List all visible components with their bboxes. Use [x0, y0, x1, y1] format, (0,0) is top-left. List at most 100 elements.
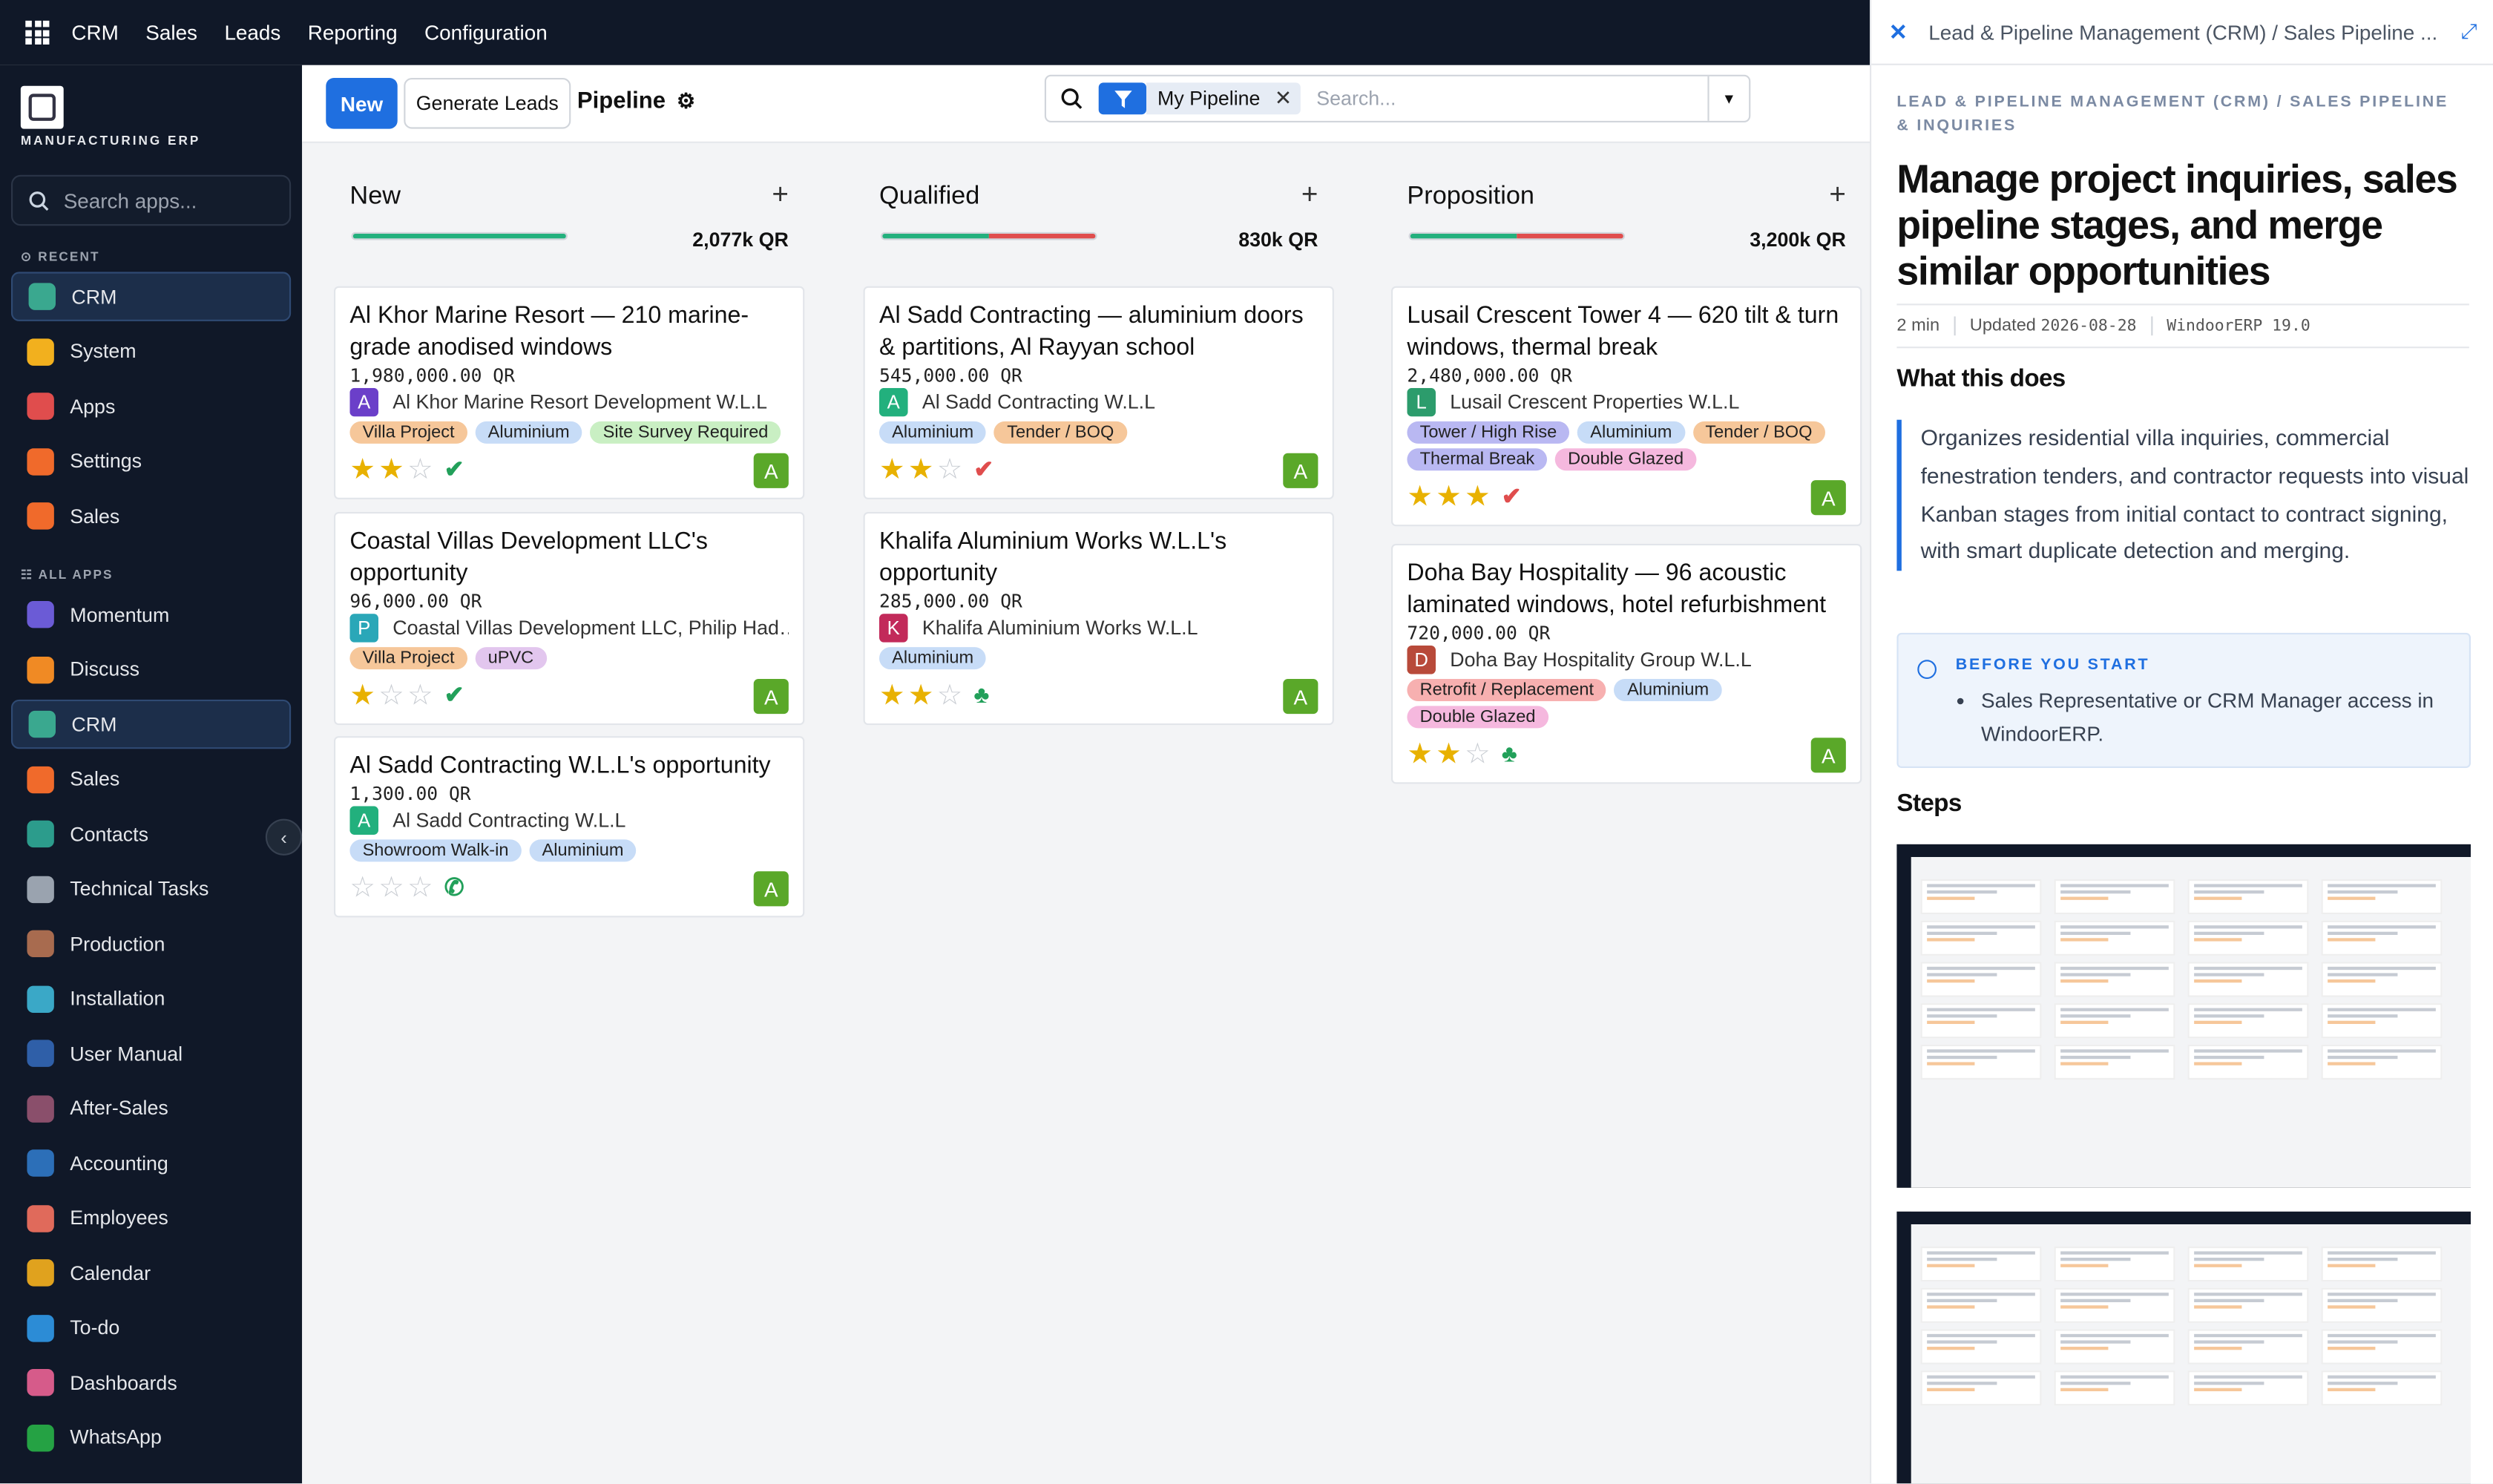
sidebar-item-crm[interactable]: CRM: [11, 272, 292, 321]
star-icon[interactable]: ★: [378, 455, 404, 484]
user-avatar[interactable]: A: [1283, 453, 1318, 488]
user-avatar[interactable]: A: [1810, 480, 1846, 516]
sidebar-item-production[interactable]: Production: [11, 919, 291, 968]
mini-card: [2321, 1003, 2443, 1039]
sidebar-item-accounting[interactable]: Accounting: [11, 1138, 291, 1187]
star-icon[interactable]: ★: [1465, 482, 1491, 510]
search-options-dropdown[interactable]: ▼: [1707, 76, 1749, 121]
opportunity-card[interactable]: Doha Bay Hospitality — 96 acoustic lamin…: [1391, 543, 1862, 784]
sidebar-item-whatsapp[interactable]: WhatsApp: [11, 1413, 291, 1462]
sidebar-item-momentum[interactable]: Momentum: [11, 590, 291, 639]
star-icon[interactable]: ☆: [378, 873, 404, 902]
app-search-input[interactable]: Search apps...: [11, 174, 292, 226]
user-avatar[interactable]: A: [1810, 738, 1846, 773]
star-icon[interactable]: ★: [1436, 739, 1462, 768]
new-button[interactable]: New: [326, 78, 398, 129]
star-icon[interactable]: ☆: [407, 873, 433, 902]
activity-icon[interactable]: ✔: [444, 455, 464, 483]
menu-sales[interactable]: Sales: [145, 21, 197, 45]
sidebar-item-label: Sales: [70, 505, 120, 528]
activity-icon[interactable]: ♣: [1502, 740, 1517, 766]
activity-icon[interactable]: ✔: [973, 455, 993, 483]
article-title: Manage project inquiries, sales pipeline…: [1896, 157, 2457, 295]
star-icon[interactable]: ★: [879, 455, 905, 484]
close-icon[interactable]: ✕: [1889, 19, 1908, 46]
sidebar-item-discuss[interactable]: Discuss: [11, 645, 291, 694]
activity-icon[interactable]: ✆: [444, 873, 464, 902]
company-logo[interactable]: MANUFACTURING ERP: [20, 85, 200, 148]
menu-reporting[interactable]: Reporting: [308, 21, 398, 45]
star-icon[interactable]: ☆: [349, 873, 375, 902]
opportunity-card[interactable]: Al Sadd Contracting W.L.L's opportunity …: [334, 736, 805, 918]
opportunity-card[interactable]: Al Khor Marine Resort — 210 marine-grade…: [334, 286, 805, 499]
sidebar-item-installation[interactable]: Installation: [11, 974, 291, 1023]
sidebar-item-crm[interactable]: CRM: [11, 699, 292, 749]
app-grid-icon[interactable]: [25, 20, 50, 45]
step-screenshot-2[interactable]: [1896, 1211, 2471, 1484]
star-icon[interactable]: ★: [879, 680, 905, 709]
gear-icon[interactable]: ⚙: [677, 89, 695, 114]
sidebar-item-label: Momentum: [70, 603, 170, 626]
search-icon: [29, 191, 49, 210]
star-icon[interactable]: ★: [349, 680, 375, 709]
activity-icon[interactable]: ✔: [444, 680, 464, 709]
user-avatar[interactable]: A: [753, 679, 789, 715]
sidebar-item-sales[interactable]: Sales: [11, 755, 291, 804]
search-icon: [1061, 88, 1083, 109]
activity-icon[interactable]: ✔: [1502, 482, 1522, 510]
star-icon[interactable]: ☆: [937, 455, 963, 484]
search-bar[interactable]: My Pipeline ✕ Search... ▼: [1044, 74, 1751, 122]
plus-icon[interactable]: +: [1301, 178, 1318, 211]
sidebar-item-apps[interactable]: Apps: [11, 381, 291, 430]
star-icon[interactable]: ☆: [407, 455, 433, 484]
star-icon[interactable]: ★: [1407, 482, 1433, 510]
close-icon[interactable]: ✕: [1275, 86, 1292, 111]
sidebar-item-system[interactable]: System: [11, 326, 291, 375]
company-name: Al Sadd Contracting W.L.L: [922, 391, 1156, 414]
star-icon[interactable]: ★: [349, 455, 375, 484]
star-icon[interactable]: ☆: [407, 680, 433, 709]
panel-breadcrumb[interactable]: Lead & Pipeline Management (CRM) / Sales…: [1928, 21, 2437, 45]
sidebar-item-contacts[interactable]: Contacts: [11, 810, 291, 858]
opportunity-card[interactable]: Khalifa Aluminium Works W.L.L's opportun…: [863, 512, 1334, 726]
sidebar-item-calendar[interactable]: Calendar: [11, 1248, 291, 1297]
step-screenshot-1[interactable]: [1896, 844, 2471, 1188]
sidebar-collapse-button[interactable]: ‹: [265, 818, 303, 856]
menu-configuration[interactable]: Configuration: [424, 21, 548, 45]
activity-icon[interactable]: ♣: [973, 681, 989, 708]
star-icon[interactable]: ★: [1436, 482, 1462, 510]
star-icon[interactable]: ☆: [937, 680, 963, 709]
generate-leads-button[interactable]: Generate Leads: [404, 78, 571, 129]
sidebar-item-dashboards[interactable]: Dashboards: [11, 1358, 291, 1407]
sidebar-item-user-manual[interactable]: User Manual: [11, 1028, 291, 1077]
star-icon[interactable]: ★: [1407, 739, 1433, 768]
menu-crm[interactable]: CRM: [71, 21, 118, 45]
opportunity-card[interactable]: Al Sadd Contracting — aluminium doors & …: [863, 286, 1334, 499]
sidebar-item-employees[interactable]: Employees: [11, 1193, 291, 1242]
company-name: Al Khor Marine Resort Development W.L.L: [392, 391, 767, 414]
sidebar-item-to-do[interactable]: To-do: [11, 1303, 291, 1352]
plus-icon[interactable]: +: [1829, 178, 1846, 211]
sidebar-item-technical-tasks[interactable]: Technical Tasks: [11, 864, 291, 913]
star-icon[interactable]: ★: [908, 455, 934, 484]
menu-leads[interactable]: Leads: [224, 21, 280, 45]
sidebar: MANUFACTURING ERP Search apps... ⊙ RECEN…: [0, 65, 303, 1484]
filter-chip-label: My Pipeline: [1157, 87, 1261, 110]
star-icon[interactable]: ★: [908, 680, 934, 709]
expand-icon[interactable]: ⤢: [2460, 19, 2477, 45]
filter-toggle-button[interactable]: [1098, 82, 1146, 115]
opportunity-card[interactable]: Coastal Villas Development LLC's opportu…: [334, 512, 805, 726]
user-avatar[interactable]: A: [753, 871, 789, 907]
sidebar-item-label: CRM: [71, 285, 117, 308]
sidebar-item-sales[interactable]: Sales: [11, 491, 291, 540]
user-avatar[interactable]: A: [753, 453, 789, 488]
user-avatar[interactable]: A: [1283, 679, 1318, 715]
search-input[interactable]: Search...: [1316, 88, 1396, 110]
star-icon[interactable]: ☆: [1465, 739, 1491, 768]
star-icon[interactable]: ☆: [378, 680, 404, 709]
plus-icon[interactable]: +: [772, 178, 789, 211]
sidebar-item-after-sales[interactable]: After-Sales: [11, 1083, 291, 1132]
avatar: K: [879, 614, 908, 643]
opportunity-card[interactable]: Lusail Crescent Tower 4 — 620 tilt & tur…: [1391, 286, 1862, 527]
sidebar-item-settings[interactable]: Settings: [11, 436, 291, 485]
